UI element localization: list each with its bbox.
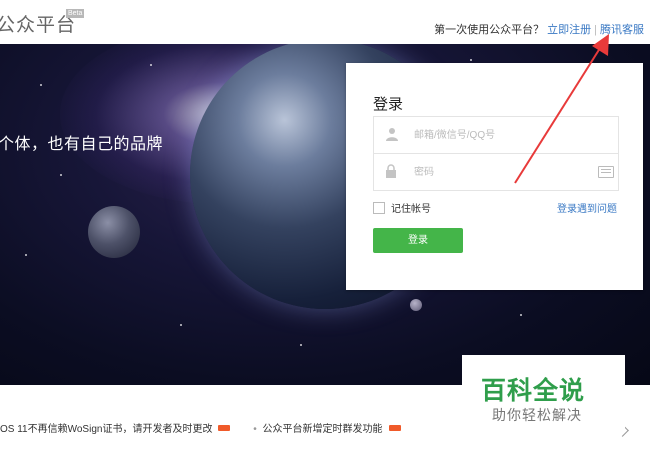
header: 公众平台 Beta 第一次使用公众平台？ 立即注册 | 腾讯客服 [0,0,650,44]
notice-item[interactable]: OS 11不再信赖WoSign证书，请开发者及时更改 [0,420,231,435]
remember-label: 记住帐号 [391,204,431,215]
remember-account[interactable]: 记住帐号 [373,200,431,215]
star [150,64,152,66]
header-links: 第一次使用公众平台？ 立即注册 | 腾讯客服 [434,21,644,37]
small-planet-image [88,206,140,258]
new-badge-icon [388,424,401,431]
watermark-main: 百科全说 [481,377,586,405]
password-input[interactable] [414,163,584,181]
new-badge-icon [218,424,231,431]
beta-badge: Beta [66,9,85,18]
banner-slogan: 个体，也有自己的品牌 [0,136,164,153]
notice-item[interactable]: 公众平台新增定时群发功能 [263,420,401,435]
star [40,84,42,86]
notice-text[interactable]: OS 11不再信赖WoSign证书，请开发者及时更改 [0,420,212,435]
account-input[interactable] [414,126,584,144]
star [520,314,522,316]
notice-text[interactable]: 公众平台新增定时群发功能 [263,420,383,435]
star [470,59,472,61]
login-fields [373,116,619,191]
login-button[interactable]: 登录 [373,228,463,253]
star [25,254,27,256]
password-row [374,153,618,190]
keyboard-icon[interactable] [598,166,614,178]
login-panel: 登录 记住帐号 登录遇到问题 登录 [346,63,643,290]
support-link[interactable]: 腾讯客服 [600,24,644,36]
login-title: 登录 [373,96,404,113]
star [180,324,182,326]
star [300,344,302,346]
register-link[interactable]: 立即注册 [547,24,591,36]
user-icon [385,127,399,143]
tiny-planet-image [410,299,422,311]
remember-checkbox[interactable] [373,201,385,214]
account-row [374,117,618,153]
watermark: 百科全说 助你轻松解决 [462,355,625,431]
first-time-prompt: 第一次使用公众平台？ [434,24,545,36]
link-separator: | [594,24,597,36]
lock-icon [385,164,399,180]
notice-bar: OS 11不再信赖WoSign证书，请开发者及时更改 • 公众平台新增定时群发功… [0,420,401,435]
bullet-icon: • [253,424,257,435]
login-problem-link[interactable]: 登录遇到问题 [557,200,617,215]
star [60,174,62,176]
logo[interactable]: 公众平台 [0,10,76,37]
watermark-sub: 助你轻松解决 [492,407,582,423]
